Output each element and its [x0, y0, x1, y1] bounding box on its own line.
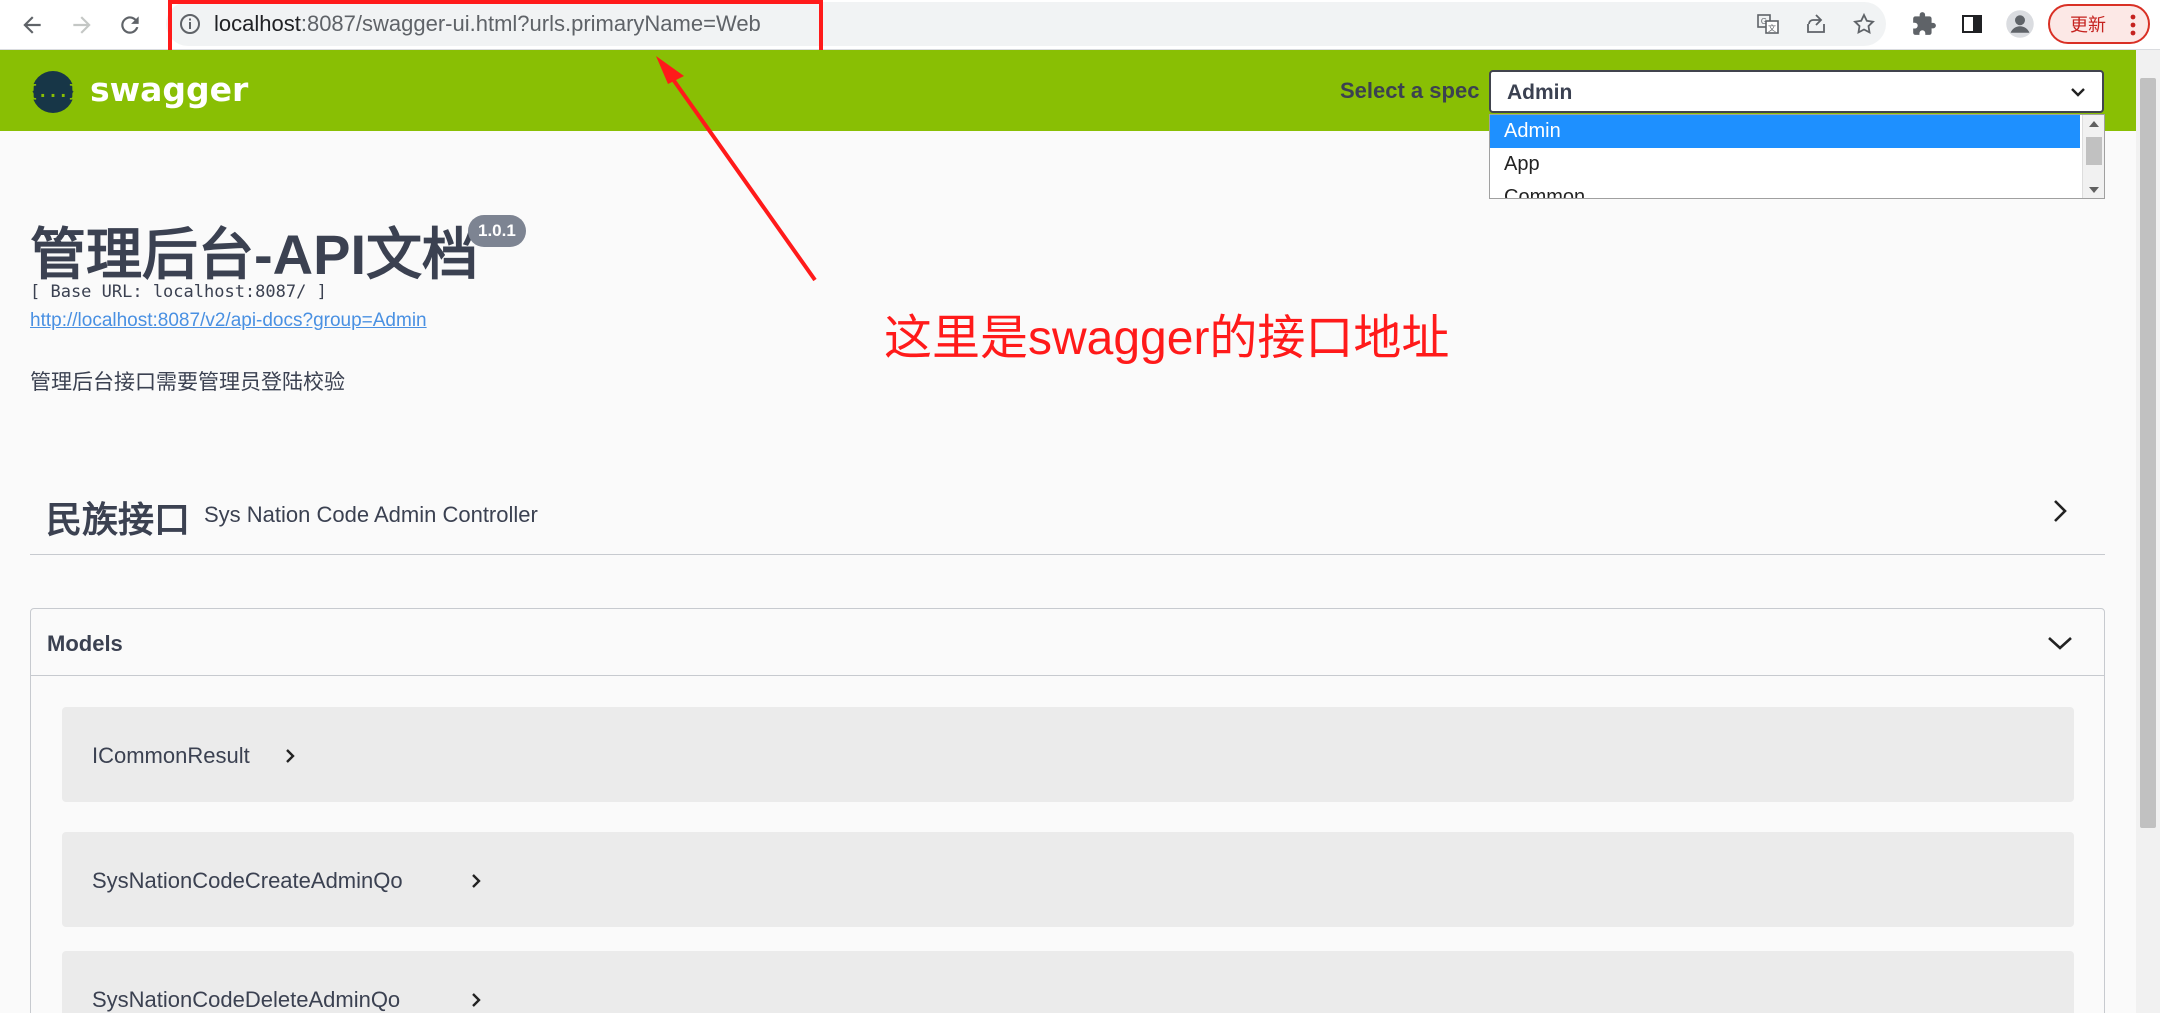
- bookmark-star-icon[interactable]: [1850, 10, 1878, 38]
- chevron-right-icon[interactable]: [467, 872, 485, 890]
- translate-icon[interactable]: 文G: [1754, 10, 1782, 38]
- update-button[interactable]: 更新: [2048, 4, 2150, 44]
- profile-avatar-icon[interactable]: [2004, 8, 2036, 40]
- model-name: SysNationCodeDeleteAdminQo: [92, 987, 401, 1012]
- update-label: 更新: [2070, 15, 2106, 35]
- reload-icon[interactable]: [112, 7, 148, 43]
- swagger-brand[interactable]: swagger: [90, 70, 248, 109]
- chevron-down-icon: [2071, 88, 2085, 97]
- url-highlight-box: [168, 0, 823, 55]
- model-item[interactable]: SysNationCodeCreateAdminQo: [62, 832, 2074, 927]
- spec-option-app[interactable]: App: [1490, 148, 2080, 181]
- api-description: 管理后台接口需要管理员登陆校验: [30, 371, 345, 394]
- api-docs-link[interactable]: http://localhost:8087/v2/api-docs?group=…: [30, 310, 427, 332]
- model-name: SysNationCodeCreateAdminQo: [92, 868, 403, 893]
- side-panel-icon[interactable]: [1956, 8, 1988, 40]
- annotation-arrow-icon: [656, 56, 817, 282]
- models-title: Models: [47, 631, 123, 656]
- dropdown-scrollbar[interactable]: [2082, 115, 2104, 198]
- tag-section-nation[interactable]: 民族接口 Sys Nation Code Admin Controller: [30, 475, 2105, 555]
- swagger-logo-icon[interactable]: {...}: [27, 71, 79, 113]
- base-url: [ Base URL: localhost:8087/ ]: [30, 282, 327, 302]
- svg-text:文: 文: [1768, 23, 1776, 33]
- page-scrollbar[interactable]: [2136, 50, 2160, 1013]
- spec-dropdown-list[interactable]: Admin App Common: [1489, 114, 2105, 199]
- share-icon[interactable]: [1802, 10, 1830, 38]
- models-section: Models ICommonResult SysNationCodeCreate…: [30, 608, 2105, 1013]
- tag-description: Sys Nation Code Admin Controller: [204, 502, 538, 527]
- spec-option-common[interactable]: Common: [1490, 181, 2080, 198]
- select-spec-label: Select a spec: [1340, 78, 1480, 103]
- dropdown-scroll-thumb[interactable]: [2086, 137, 2102, 165]
- model-item[interactable]: ICommonResult: [62, 707, 2074, 802]
- models-header[interactable]: Models: [31, 609, 2104, 676]
- scroll-down-arrow-icon[interactable]: [2088, 185, 2100, 195]
- tag-name: 民族接口: [46, 499, 191, 540]
- annotation-text: 这里是swagger的接口地址: [884, 312, 1450, 365]
- spec-select[interactable]: Admin: [1489, 70, 2104, 113]
- scroll-up-arrow-icon[interactable]: [2088, 119, 2100, 129]
- forward-icon[interactable]: [64, 7, 100, 43]
- svg-text:G: G: [1761, 17, 1767, 26]
- spec-option-admin[interactable]: Admin: [1490, 115, 2080, 148]
- model-item[interactable]: SysNationCodeDeleteAdminQo: [62, 951, 2074, 1013]
- menu-dots-icon[interactable]: [2130, 14, 2136, 36]
- extensions-icon[interactable]: [1908, 8, 1940, 40]
- api-title: 管理后台-API文档: [30, 223, 478, 286]
- chevron-right-icon[interactable]: [281, 747, 299, 765]
- back-icon[interactable]: [14, 7, 50, 43]
- page-scroll-thumb[interactable]: [2140, 78, 2156, 828]
- spec-select-value: Admin: [1507, 81, 1573, 104]
- version-badge: 1.0.1: [468, 215, 526, 247]
- model-name: ICommonResult: [92, 743, 250, 768]
- chevron-right-icon[interactable]: [2044, 495, 2076, 527]
- chevron-right-icon[interactable]: [467, 991, 485, 1009]
- chevron-down-icon[interactable]: [2044, 627, 2076, 659]
